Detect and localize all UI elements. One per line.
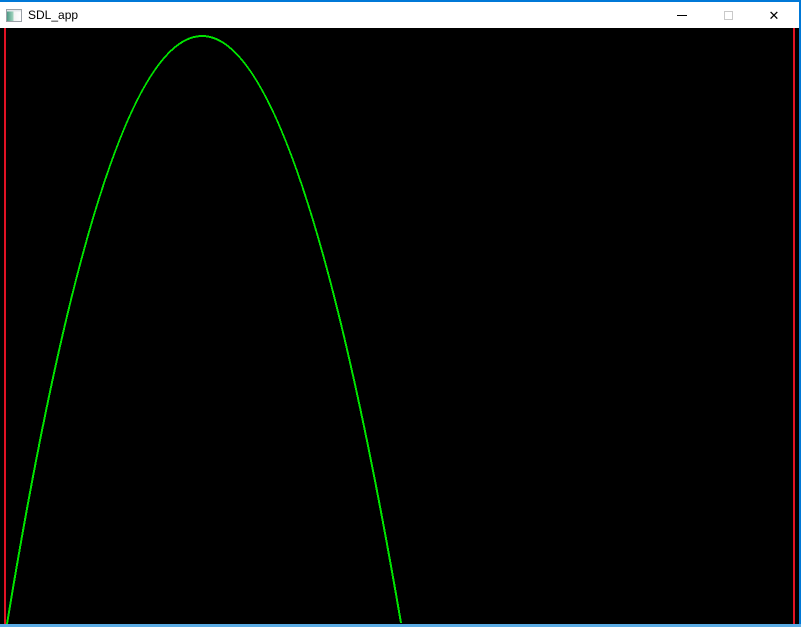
window-title: SDL_app [28, 8, 78, 22]
close-button[interactable]: ✕ [751, 2, 797, 28]
caption-buttons: ✕ [659, 2, 797, 28]
trajectory-curve [0, 28, 799, 624]
maximize-icon [724, 11, 733, 20]
app-icon [6, 9, 22, 22]
trajectory-path [7, 36, 401, 624]
title-bar[interactable]: SDL_app ✕ [0, 0, 799, 28]
sdl-canvas [0, 28, 799, 624]
maximize-button [705, 2, 751, 28]
close-icon: ✕ [769, 9, 780, 22]
minimize-icon [677, 15, 687, 16]
app-window: SDL_app ✕ [0, 0, 801, 627]
minimize-button[interactable] [659, 2, 705, 28]
